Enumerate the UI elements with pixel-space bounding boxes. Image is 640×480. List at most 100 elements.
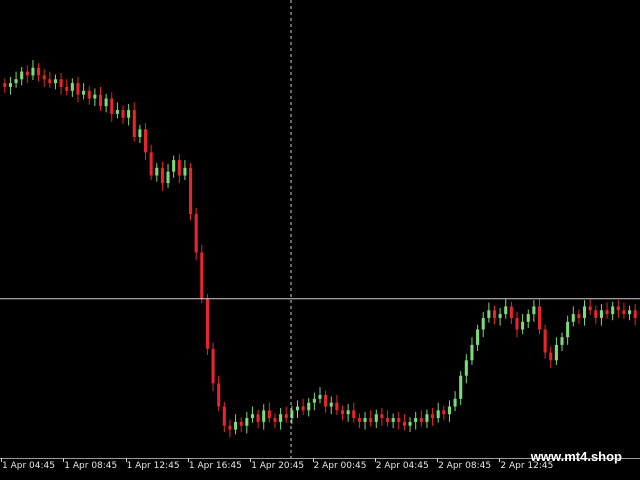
bear-candle: [217, 383, 221, 407]
price-chart[interactable]: [0, 0, 640, 458]
bear-candle: [200, 252, 204, 299]
bull-candle: [115, 110, 119, 114]
bear-candle: [543, 329, 547, 353]
bear-candle: [189, 167, 193, 214]
bear-candle: [132, 110, 136, 137]
bear-candle: [431, 414, 435, 419]
time-tick-label: 1 Apr 08:45: [64, 461, 118, 471]
bear-candle: [76, 83, 80, 95]
time-tick-label: 2 Apr 04:45: [375, 461, 429, 471]
bear-candle: [357, 418, 361, 422]
bull-candle: [172, 160, 176, 172]
bear-candle: [605, 310, 609, 315]
bull-candle: [487, 310, 491, 318]
bear-candle: [110, 98, 114, 114]
bear-candle: [515, 317, 519, 330]
bull-candle: [391, 418, 395, 422]
bull-candle: [408, 421, 412, 426]
bear-candle: [369, 418, 373, 422]
bear-candle: [211, 348, 215, 384]
bear-candle: [205, 298, 209, 349]
bull-candle: [155, 167, 159, 176]
bull-candle: [20, 71, 24, 80]
bull-candle: [447, 406, 451, 415]
bear-candle: [622, 310, 626, 315]
bear-candle: [419, 418, 423, 422]
bear-candle: [402, 421, 406, 426]
bear-candle: [397, 418, 401, 422]
bull-candle: [138, 129, 142, 137]
bull-candle: [346, 410, 350, 415]
bear-candle: [537, 306, 542, 330]
bear-candle: [633, 310, 637, 318]
bear-candle: [121, 110, 125, 118]
bull-candle: [554, 344, 558, 361]
bear-candle: [273, 418, 277, 422]
bull-candle: [279, 414, 283, 422]
bull-candle: [453, 398, 457, 407]
bull-candle: [245, 418, 249, 426]
bull-candle: [127, 110, 131, 118]
bear-candle: [194, 214, 198, 253]
time-tick-label: 1 Apr 20:45: [251, 461, 305, 471]
bull-candle: [318, 394, 322, 399]
time-tick-label: 2 Apr 08:45: [438, 461, 492, 471]
bear-candle: [588, 306, 592, 311]
bear-candle: [177, 160, 181, 176]
bear-candle: [3, 83, 7, 87]
bull-candle: [70, 83, 74, 91]
bear-candle: [239, 421, 243, 426]
bear-candle: [42, 75, 46, 80]
bull-candle: [363, 418, 367, 422]
time-tick-label: 1 Apr 12:45: [126, 461, 180, 471]
bull-candle: [82, 90, 86, 95]
bull-candle: [307, 402, 311, 411]
bull-candle: [566, 321, 570, 338]
chart-canvas[interactable]: [0, 0, 640, 458]
bear-candle: [222, 406, 226, 426]
bear-candle: [267, 410, 271, 419]
bear-candle: [143, 129, 148, 153]
bear-candle: [59, 79, 63, 87]
bull-candle: [498, 314, 502, 318]
bull-candle: [414, 418, 418, 422]
bull-candle: [504, 306, 508, 315]
bear-candle: [37, 67, 41, 76]
bull-candle: [53, 79, 58, 84]
bear-candle: [256, 414, 260, 422]
bull-candle: [166, 171, 170, 184]
bear-candle: [160, 167, 164, 184]
bear-candle: [335, 402, 339, 411]
bear-candle: [149, 152, 153, 176]
bull-candle: [476, 329, 480, 345]
bear-candle: [340, 410, 345, 415]
bear-candle: [98, 94, 103, 107]
bull-candle: [599, 310, 603, 318]
bear-candle: [301, 406, 305, 411]
bear-candle: [48, 79, 52, 84]
bear-candle: [324, 394, 328, 407]
bull-candle: [459, 375, 463, 399]
bull-candle: [183, 167, 187, 176]
bull-candle: [582, 306, 587, 318]
bear-candle: [442, 410, 446, 415]
bull-candle: [571, 314, 575, 322]
bull-candle: [262, 410, 266, 422]
bull-candle: [628, 310, 632, 315]
bear-candle: [380, 414, 384, 419]
bear-candle: [549, 352, 553, 361]
bull-candle: [14, 79, 18, 84]
bull-candle: [526, 314, 530, 322]
bull-candle: [329, 402, 333, 407]
bull-candle: [560, 337, 564, 345]
bear-candle: [284, 414, 288, 419]
bull-candle: [464, 360, 468, 376]
bull-candle: [521, 321, 525, 330]
bear-candle: [65, 86, 69, 91]
bull-candle: [425, 414, 429, 422]
bull-candle: [250, 414, 255, 419]
bull-candle: [481, 317, 485, 330]
bull-candle: [93, 94, 97, 99]
bear-candle: [25, 71, 29, 76]
bear-candle: [385, 418, 390, 422]
